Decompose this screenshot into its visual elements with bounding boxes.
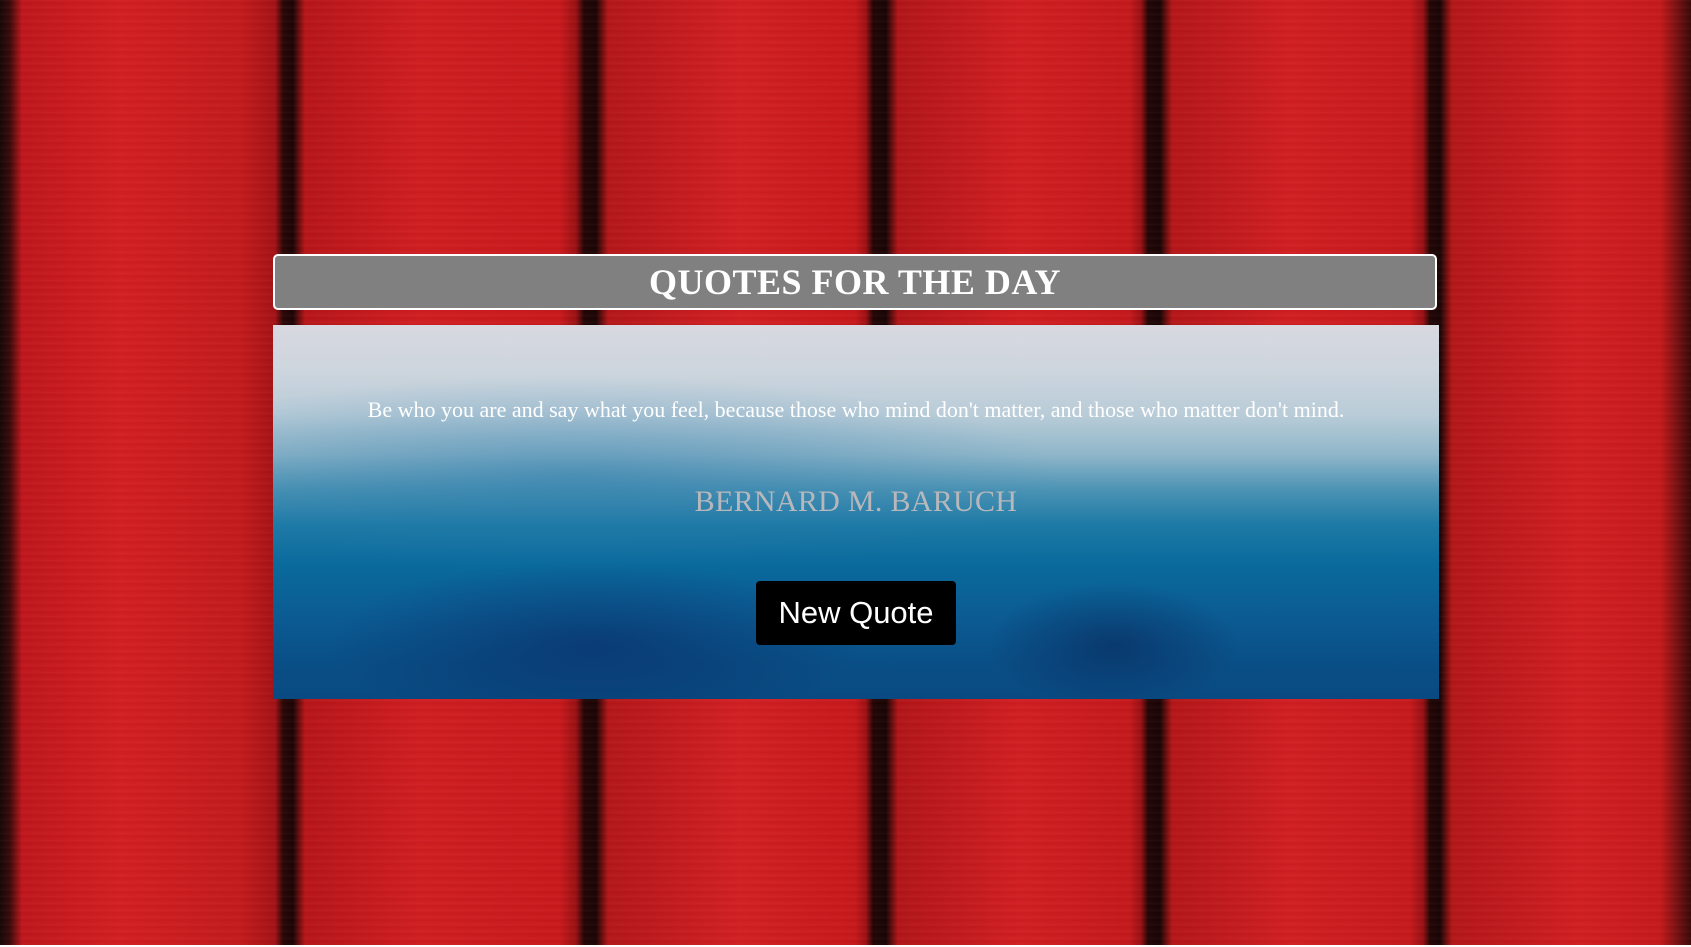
quote-author: BERNARD M. BARUCH [694, 485, 1018, 518]
title-bar: QUOTES FOR THE DAY [273, 254, 1437, 310]
page-title: QUOTES FOR THE DAY [648, 262, 1062, 302]
new-quote-button[interactable]: New Quote [756, 581, 956, 645]
quote-panel: Be who you are and say what you feel, be… [273, 325, 1439, 699]
quote-text: Be who you are and say what you feel, be… [367, 397, 1345, 422]
